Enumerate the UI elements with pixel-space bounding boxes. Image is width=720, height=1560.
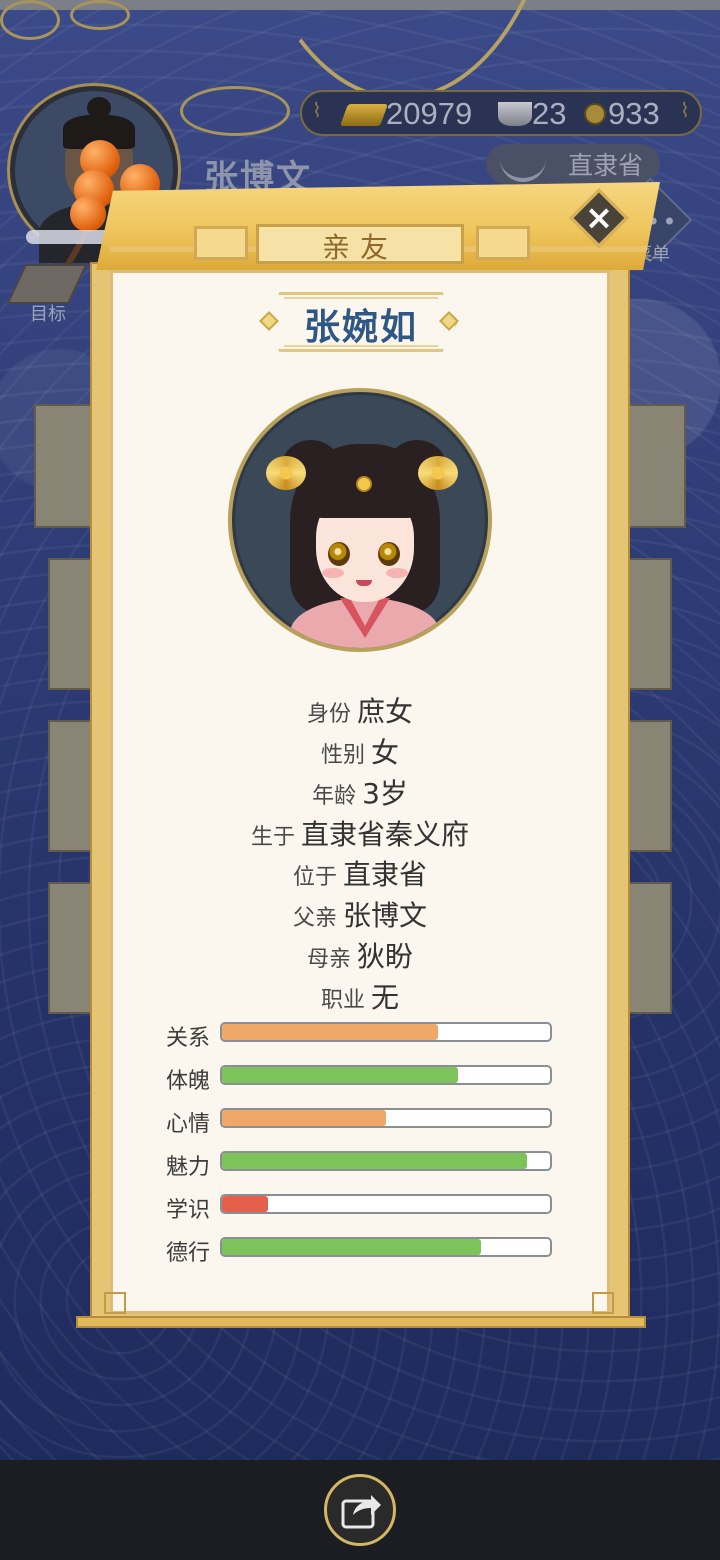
info-row-occupation: 职业无 — [0, 976, 720, 1016]
tanghulu-fruit — [70, 196, 106, 232]
hair-ornament-icon — [266, 456, 306, 490]
silver-amount: 23 — [532, 96, 567, 131]
info-value: 直隶省秦义府 — [301, 818, 470, 851]
info-value: 张博文 — [343, 899, 428, 932]
coin-icon — [584, 103, 606, 125]
portrait-blush — [322, 568, 344, 578]
info-label: 父亲 — [292, 906, 337, 931]
character-portrait — [228, 388, 492, 652]
info-label: 母亲 — [306, 947, 351, 972]
stat-bar-charm — [220, 1151, 552, 1171]
cloud-decoration — [70, 0, 130, 30]
header-ornament-box — [194, 226, 248, 260]
stat-fill — [222, 1067, 459, 1083]
portrait-eye — [328, 542, 350, 566]
close-icon[interactable]: × — [584, 198, 614, 238]
hairpin-icon — [356, 476, 372, 492]
coin-amount: 933 — [608, 96, 660, 131]
cloud-decoration — [0, 0, 60, 40]
scroll-bottom-rod — [76, 1316, 646, 1328]
info-label: 位于 — [292, 865, 337, 890]
info-row-location: 位于 直隶省 — [0, 853, 720, 893]
stat-label-relationship: 关系 — [166, 1026, 211, 1051]
stat-bar-relationship — [220, 1022, 552, 1042]
side-card — [34, 404, 94, 528]
cloud-decoration — [180, 86, 290, 136]
gold-amount: 20979 — [386, 96, 473, 131]
info-value: 庶女 — [357, 695, 414, 728]
info-value: 无 — [371, 981, 400, 1014]
corner-ornament — [104, 1292, 126, 1314]
corner-ornament — [592, 1292, 614, 1314]
info-label: 性别 — [320, 743, 365, 768]
info-label: 职业 — [320, 988, 365, 1013]
share-icon — [341, 1495, 381, 1529]
gold-ingot-icon — [339, 104, 389, 126]
info-value: 3岁 — [362, 777, 408, 810]
info-label: 年龄 — [312, 784, 357, 809]
goal-label: 目标 — [30, 304, 66, 325]
stat-fill — [222, 1024, 439, 1040]
info-row-mother: 母亲 狄盼 — [0, 935, 720, 975]
stat-fill — [222, 1110, 386, 1126]
info-value: 直隶省 — [343, 858, 428, 891]
silver-ingot-icon — [498, 102, 532, 126]
info-row-father: 父亲 张博文 — [0, 894, 720, 934]
share-button[interactable] — [324, 1474, 396, 1546]
stat-fill — [222, 1239, 482, 1255]
stat-bar-mood — [220, 1108, 552, 1128]
info-value: 女 — [371, 736, 400, 769]
stat-label-knowledge: 学识 — [166, 1198, 211, 1223]
side-card — [626, 404, 686, 528]
stat-bar-physique — [220, 1065, 552, 1085]
hair-ornament-icon — [418, 456, 458, 490]
stat-label-mood: 心情 — [166, 1112, 211, 1137]
info-row-birthplace: 生于 直隶省秦义府 — [0, 813, 720, 853]
bamboo-icon: ⌇ — [680, 98, 690, 122]
info-label: 身份 — [306, 702, 351, 727]
stat-label-physique: 体魄 — [166, 1069, 211, 1094]
stat-fill — [222, 1153, 528, 1169]
stat-fill — [222, 1196, 268, 1212]
moon-decoration — [240, 0, 560, 100]
resource-bar: ⌇ 20979 23 933 ⌇ — [300, 90, 702, 136]
info-row-identity: 身份 庶女 — [0, 690, 720, 730]
stat-bar-knowledge — [220, 1194, 552, 1214]
info-row-age: 年龄 3岁 — [0, 772, 720, 812]
side-card — [626, 558, 672, 690]
bamboo-icon: ⌇ — [312, 98, 322, 122]
location-label: 直隶省 — [568, 151, 644, 180]
info-row-gender: 性别女 — [0, 731, 720, 771]
dialog-title: 亲友 — [321, 231, 398, 264]
portrait-blush — [386, 568, 408, 578]
header-ornament-box — [476, 226, 530, 260]
portrait-eye — [378, 542, 400, 566]
info-value: 狄盼 — [357, 940, 414, 973]
info-label: 生于 — [250, 825, 295, 850]
stat-bar-virtue — [220, 1237, 552, 1257]
avatar-bun — [87, 97, 111, 119]
stat-label-virtue: 德行 — [166, 1241, 211, 1266]
stat-label-charm: 魅力 — [166, 1155, 211, 1180]
character-name: 张婉如 — [303, 307, 418, 348]
